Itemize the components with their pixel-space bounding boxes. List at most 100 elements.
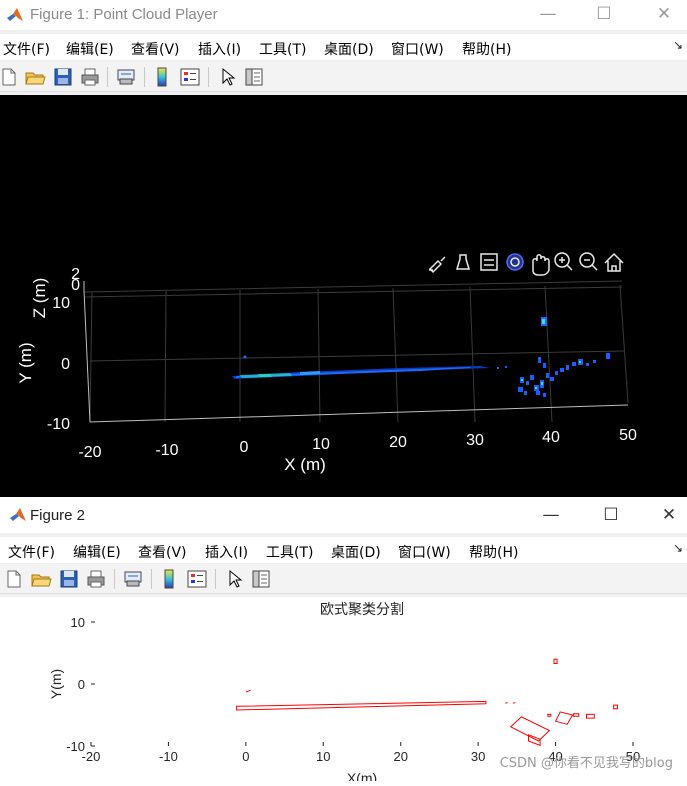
minimize-button[interactable]: —	[525, 0, 571, 30]
close-button[interactable]: ✕	[646, 501, 687, 531]
menu-edit[interactable]: 编辑(E)	[66, 39, 114, 59]
figure2-toolbar	[0, 564, 687, 594]
minimize-button[interactable]: —	[528, 501, 574, 531]
close-button[interactable]: ✕	[641, 0, 687, 30]
matlab-logo-icon	[10, 508, 26, 521]
zoom-out-icon[interactable]	[579, 252, 598, 271]
x-axis-label: X (m)	[284, 455, 326, 474]
legend-toggle-icon[interactable]	[480, 253, 498, 271]
x-tick-label: 30	[471, 749, 485, 764]
y-tick-label: -10	[66, 739, 85, 754]
menu-desktop[interactable]: 桌面(D)	[331, 542, 381, 562]
legend-icon[interactable]	[186, 568, 208, 590]
figure1-menubar: 文件(F) 编辑(E) 查看(V) 插入(I) 工具(T) 桌面(D) 窗口(W…	[0, 34, 687, 60]
menu-file[interactable]: 文件(F)	[3, 39, 50, 59]
figure1-title: Figure 1: Point Cloud Player	[30, 6, 218, 23]
figure2-title: Figure 2	[30, 507, 86, 524]
toolbar-separator	[144, 67, 145, 87]
menu-help[interactable]: 帮助(H)	[469, 542, 518, 562]
link-plot-icon[interactable]	[122, 568, 144, 590]
save-icon[interactable]	[58, 568, 80, 590]
cluster-plot-canvas[interactable]: 欧式聚类分割 -20 -10 0 10 20 30 40 50 -10 0 10 X(m) Y(m)…	[0, 597, 687, 786]
menu-window[interactable]: 窗口(W)	[398, 542, 451, 562]
link-plot-icon[interactable]	[115, 66, 137, 88]
data-tips-icon[interactable]	[455, 254, 471, 270]
figure2-window: Figure 2 — ☐ ✕ 文件(F) 编辑(E) 查看(V) 插入(I) 工…	[0, 497, 687, 786]
menu-desktop[interactable]: 桌面(D)	[324, 39, 374, 59]
x-tick-label: -10	[155, 442, 178, 459]
dock-arrow-icon[interactable]: ↘	[673, 38, 683, 52]
axis-tick-labels: -20 -10 0 10 20 30 40 50 10 0 -10 2 0	[47, 266, 637, 461]
menu-window[interactable]: 窗口(W)	[391, 39, 444, 59]
y-tick-label: 0	[78, 677, 85, 692]
figure1-toolbar	[0, 62, 687, 92]
point-cloud-axes[interactable]: -20 -10 0 10 20 30 40 50 10 0 -10 2 0 X …	[0, 95, 687, 497]
open-file-icon[interactable]	[24, 66, 46, 88]
point-cloud-canvas[interactable]: -20 -10 0 10 20 30 40 50 10 0 -10 2 0 X …	[0, 95, 687, 497]
x-tick-label: 40	[542, 429, 560, 446]
x-tick-label: -10	[159, 749, 178, 764]
property-editor-icon[interactable]	[243, 66, 265, 88]
dock-arrow-icon[interactable]: ↘	[673, 541, 683, 555]
toolbar-separator	[151, 569, 152, 589]
new-figure-icon[interactable]	[3, 568, 25, 590]
zoom-in-icon[interactable]	[554, 252, 573, 271]
z-axis-label: Z (m)	[30, 278, 49, 319]
x-tick-label: 20	[393, 749, 407, 764]
x-tick-label: 30	[466, 432, 484, 449]
brush-icon[interactable]	[428, 256, 446, 274]
x-tick-label: 50	[619, 427, 637, 444]
x-tick-label: -20	[78, 444, 101, 461]
y-axis-label: Y(m)	[48, 669, 64, 699]
y-tick-label: -10	[47, 416, 70, 433]
menu-tools[interactable]: 工具(T)	[266, 542, 313, 562]
z-tick-label: 0	[71, 277, 80, 294]
chart-title: 欧式聚类分割	[320, 601, 404, 617]
save-icon[interactable]	[52, 66, 74, 88]
home-icon[interactable]	[604, 252, 624, 272]
pan-icon[interactable]	[532, 254, 550, 276]
y-tick-label: 10	[52, 295, 70, 312]
colorbar-icon[interactable]	[158, 568, 180, 590]
watermark: CSDN @你看不见我写的blog	[499, 756, 673, 771]
pointer-icon[interactable]	[223, 568, 245, 590]
plot-area	[91, 622, 633, 746]
maximize-button[interactable]: ☐	[581, 0, 627, 30]
y-axis-label: Y (m)	[16, 342, 35, 383]
x-tick-label: 0	[240, 439, 249, 456]
figure1-titlebar[interactable]: Figure 1: Point Cloud Player — ☐ ✕	[0, 0, 687, 30]
y-tick-label: 10	[71, 615, 85, 630]
menu-tools[interactable]: 工具(T)	[259, 39, 306, 59]
figure2-titlebar[interactable]: Figure 2 — ☐ ✕	[0, 497, 687, 533]
open-file-icon[interactable]	[30, 568, 52, 590]
rotate-3d-icon[interactable]	[506, 253, 524, 271]
cluster-box	[512, 702, 516, 704]
grid-lines	[83, 280, 629, 423]
menu-insert[interactable]: 插入(I)	[198, 39, 241, 59]
menu-file[interactable]: 文件(F)	[8, 542, 55, 562]
axes-toolbar	[428, 252, 624, 276]
menu-view[interactable]: 查看(V)	[131, 39, 180, 59]
legend-icon[interactable]	[179, 66, 201, 88]
print-icon[interactable]	[79, 66, 101, 88]
toolbar-separator	[114, 569, 115, 589]
property-editor-icon[interactable]	[250, 568, 272, 590]
menu-view[interactable]: 查看(V)	[138, 542, 187, 562]
toolbar-separator	[215, 569, 216, 589]
menu-help[interactable]: 帮助(H)	[462, 39, 511, 59]
new-figure-icon[interactable]	[0, 66, 20, 88]
matlab-logo-icon	[7, 8, 23, 21]
maximize-button[interactable]: ☐	[588, 501, 634, 531]
print-icon[interactable]	[85, 568, 107, 590]
colorbar-icon[interactable]	[151, 66, 173, 88]
figure1-window: Figure 1: Point Cloud Player — ☐ ✕ 文件(F)…	[0, 0, 687, 497]
x-tick-label: 10	[312, 436, 330, 453]
x-tick-label: 0	[242, 749, 249, 764]
pointer-icon[interactable]	[216, 66, 238, 88]
toolbar-separator	[208, 67, 209, 87]
cluster-box	[505, 702, 508, 704]
menu-edit[interactable]: 编辑(E)	[73, 542, 121, 562]
x-axis-label: X(m)	[347, 770, 377, 781]
menu-insert[interactable]: 插入(I)	[205, 542, 248, 562]
y-tick-label: 0	[61, 356, 70, 373]
